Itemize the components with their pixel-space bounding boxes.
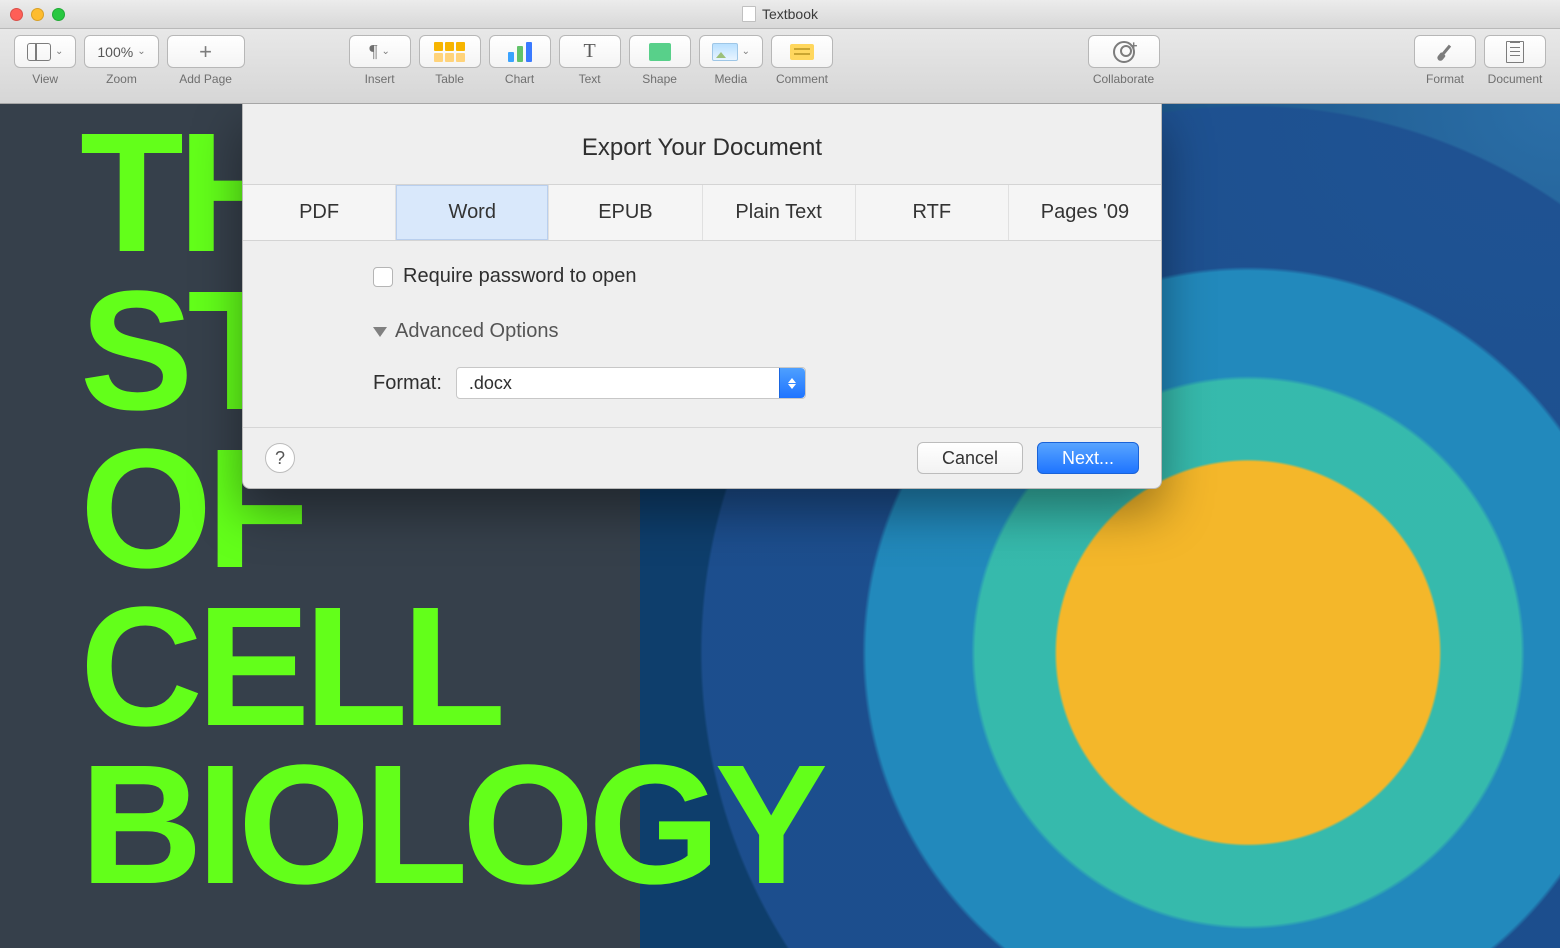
document-group: Document — [1484, 35, 1546, 86]
insert-label: Insert — [365, 72, 395, 86]
next-button-label: Next... — [1062, 448, 1114, 469]
export-format-tabs: PDF Word EPUB Plain Text RTF Pages '09 — [243, 184, 1161, 241]
advanced-options-label: Advanced Options — [395, 320, 558, 343]
view-label: View — [32, 72, 58, 86]
chart-label: Chart — [505, 72, 534, 86]
document-icon — [742, 6, 756, 22]
tab-pdf[interactable]: PDF — [243, 185, 396, 240]
chevron-down-icon: ⌄ — [381, 46, 389, 57]
document-label: Document — [1488, 72, 1543, 86]
view-group: ⌄ View — [14, 35, 76, 86]
plus-icon: + — [199, 39, 212, 65]
pilcrow-icon: ¶ — [369, 41, 377, 62]
collaborate-label: Collaborate — [1093, 72, 1154, 86]
close-window-button[interactable] — [10, 8, 23, 21]
text-button[interactable]: T — [559, 35, 621, 68]
window-titlebar: Textbook — [0, 0, 1560, 29]
export-footer: ? Cancel Next... — [243, 427, 1161, 488]
collaborate-group: Collaborate — [1088, 35, 1160, 86]
media-icon — [712, 43, 738, 61]
comment-button[interactable] — [771, 35, 833, 68]
help-icon: ? — [275, 448, 285, 469]
tab-rtf[interactable]: RTF — [856, 185, 1009, 240]
zoom-button[interactable]: 100% ⌄ — [84, 35, 158, 68]
main-toolbar: ⌄ View 100% ⌄ Zoom + Add Page ¶ ⌄ Insert… — [0, 29, 1560, 104]
format-icon — [1435, 42, 1455, 62]
table-label: Table — [435, 72, 464, 86]
text-group: T Text — [559, 35, 621, 86]
window-controls — [10, 8, 65, 21]
chevron-down-icon: ⌄ — [137, 46, 145, 57]
next-button[interactable]: Next... — [1037, 442, 1139, 474]
insert-group: ¶ ⌄ Insert — [349, 35, 411, 86]
zoom-group: 100% ⌄ Zoom — [84, 35, 158, 86]
chart-icon — [508, 42, 532, 62]
format-button[interactable] — [1414, 35, 1476, 68]
chart-button[interactable] — [489, 35, 551, 68]
comment-label: Comment — [776, 72, 828, 86]
shape-icon — [649, 43, 671, 61]
format-group: Format — [1414, 35, 1476, 86]
shape-label: Shape — [642, 72, 677, 86]
text-icon: T — [583, 40, 595, 63]
chart-group: Chart — [489, 35, 551, 86]
view-icon — [27, 43, 51, 61]
cancel-button-label: Cancel — [942, 448, 998, 469]
chevron-down-icon: ⌄ — [55, 46, 63, 57]
format-popup[interactable]: .docx — [456, 367, 806, 399]
table-button[interactable] — [419, 35, 481, 68]
add-page-button[interactable]: + — [167, 35, 245, 68]
collaborate-icon — [1113, 41, 1135, 63]
chevron-down-icon: ⌄ — [742, 46, 750, 57]
disclosure-triangle-icon — [373, 327, 387, 337]
popup-arrows-icon — [779, 368, 805, 398]
require-password-row: Require password to open — [373, 265, 1121, 288]
minimize-window-button[interactable] — [31, 8, 44, 21]
export-sheet: Export Your Document PDF Word EPUB Plain… — [242, 104, 1162, 489]
window-title-text: Textbook — [762, 6, 818, 22]
document-canvas: THE STUDY OF CELL BIOLOGY Introduction t… — [0, 104, 1560, 948]
tab-word[interactable]: Word — [396, 185, 549, 240]
format-row: Format: .docx — [373, 367, 1121, 399]
tab-epub[interactable]: EPUB — [549, 185, 702, 240]
add-page-group: + Add Page — [167, 35, 245, 86]
zoom-window-button[interactable] — [52, 8, 65, 21]
media-label: Media — [714, 72, 747, 86]
headline-line: BIOLOGY — [80, 746, 640, 904]
window-title: Textbook — [0, 6, 1560, 22]
collaborate-button[interactable] — [1088, 35, 1160, 68]
table-icon — [434, 42, 465, 62]
insert-button[interactable]: ¶ ⌄ — [349, 35, 411, 68]
media-group: ⌄ Media — [699, 35, 763, 86]
export-body: Require password to open Advanced Option… — [243, 241, 1161, 427]
export-title: Export Your Document — [243, 104, 1161, 184]
shape-button[interactable] — [629, 35, 691, 68]
require-password-checkbox[interactable] — [373, 267, 393, 287]
add-page-label: Add Page — [179, 72, 232, 86]
table-group: Table — [419, 35, 481, 86]
cancel-button[interactable]: Cancel — [917, 442, 1023, 474]
media-button[interactable]: ⌄ — [699, 35, 763, 68]
comment-group: Comment — [771, 35, 833, 86]
comment-icon — [790, 44, 814, 60]
advanced-options-toggle[interactable]: Advanced Options — [373, 320, 1121, 343]
format-label: Format: — [373, 372, 442, 395]
zoom-label: Zoom — [106, 72, 137, 86]
shape-group: Shape — [629, 35, 691, 86]
tab-plaintext[interactable]: Plain Text — [703, 185, 856, 240]
format-popup-value: .docx — [469, 373, 512, 394]
format-label: Format — [1426, 72, 1464, 86]
tab-pages09[interactable]: Pages '09 — [1009, 185, 1161, 240]
document-icon — [1506, 41, 1524, 63]
require-password-label: Require password to open — [403, 265, 636, 288]
document-button[interactable] — [1484, 35, 1546, 68]
view-button[interactable]: ⌄ — [14, 35, 76, 68]
zoom-value: 100% — [97, 44, 133, 60]
text-label: Text — [579, 72, 601, 86]
help-button[interactable]: ? — [265, 443, 295, 473]
